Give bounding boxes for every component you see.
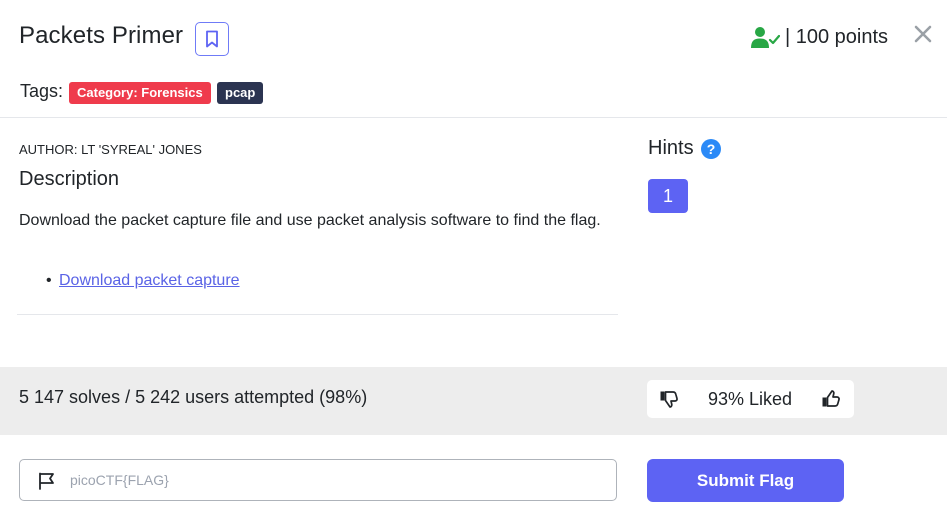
submit-flag-button[interactable]: Submit Flag: [647, 459, 844, 502]
tag-category[interactable]: Category: Forensics: [69, 82, 211, 104]
points-label: | 100 points: [785, 26, 889, 48]
description-text: Download the packet capture file and use…: [19, 212, 601, 229]
close-button[interactable]: [911, 22, 935, 46]
help-icon[interactable]: ?: [701, 139, 721, 159]
stats-bar: 5 147 solves / 5 242 users attempted (98…: [0, 367, 947, 435]
challenge-header: Packets Primer | 100 points Tags: Catego…: [0, 0, 947, 118]
list-bullet: •: [46, 272, 52, 289]
divider: [17, 314, 618, 315]
hints-heading: Hints: [648, 137, 694, 159]
challenge-title: Packets Primer: [19, 22, 184, 49]
description-heading: Description: [19, 168, 120, 190]
tag-pcap[interactable]: pcap: [217, 82, 264, 104]
author-label: AUTHOR: LT 'SYREAL' JONES: [19, 142, 202, 157]
user-check-icon: [751, 27, 780, 48]
bookmark-icon: [206, 30, 218, 48]
thumbs-down-icon[interactable]: [659, 389, 679, 409]
like-box: 93% Liked: [647, 380, 854, 418]
thumbs-up-icon[interactable]: [821, 389, 841, 409]
download-packet-capture-link[interactable]: Download packet capture: [59, 268, 240, 294]
tags-label: Tags:: [20, 81, 64, 101]
flag-icon: [39, 472, 54, 490]
flag-input-wrapper: [19, 459, 617, 501]
flag-input[interactable]: [70, 466, 600, 494]
close-icon: [914, 25, 932, 43]
solves-count: 5 147 solves / 5 242 users attempted (98…: [19, 387, 368, 407]
liked-percent: 93% Liked: [708, 389, 793, 409]
bookmark-button[interactable]: [195, 22, 229, 56]
hint-button-1[interactable]: 1: [648, 179, 688, 213]
